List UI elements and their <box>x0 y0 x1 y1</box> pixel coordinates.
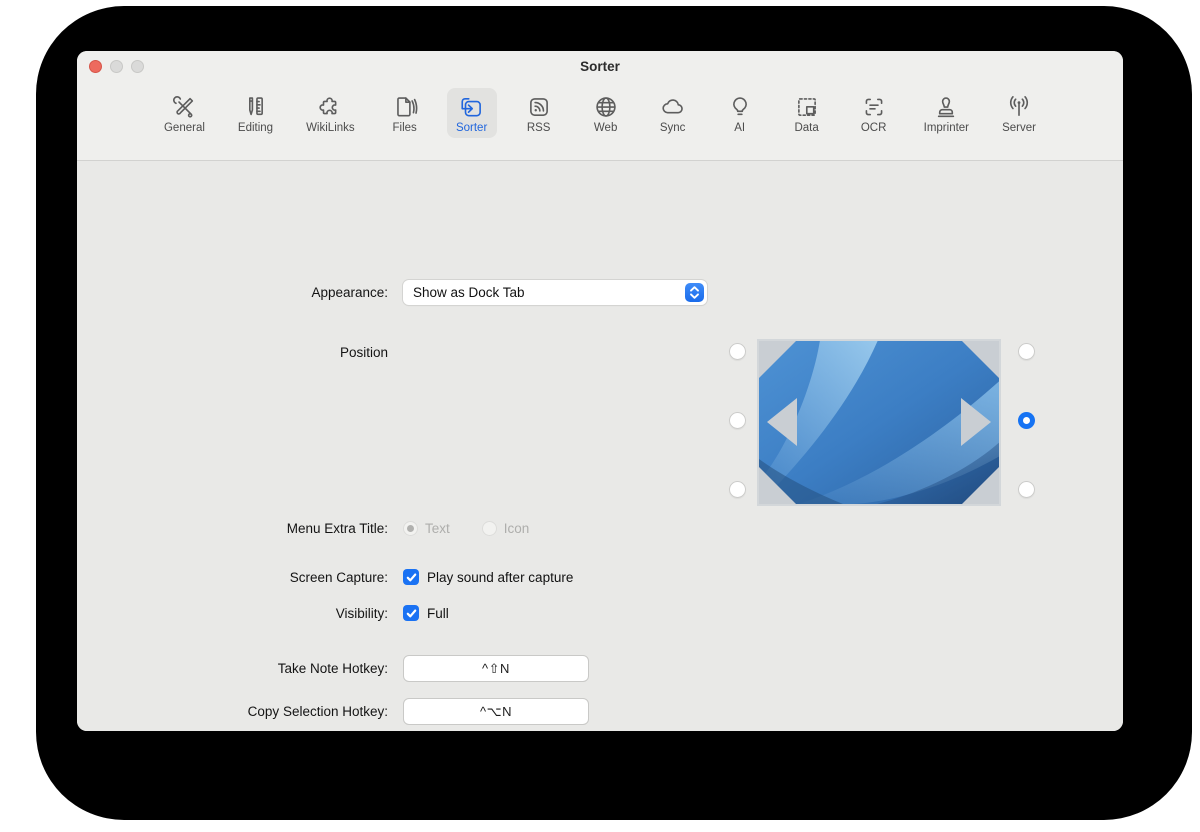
position-radio-right[interactable] <box>1018 412 1035 429</box>
toolbar-tab-label: Web <box>593 122 618 134</box>
stamp-icon <box>933 94 959 120</box>
sorter-tray-icon <box>459 94 485 120</box>
antenna-icon <box>1006 94 1032 120</box>
menu-extra-row: Menu Extra Title: Text Icon <box>77 521 529 536</box>
position-radio-top-right[interactable] <box>1018 343 1035 360</box>
pen-ruler-icon <box>242 94 268 120</box>
toolbar-tab-web[interactable]: Web <box>581 88 631 138</box>
menu-extra-option-label: Icon <box>503 521 530 536</box>
toolbar-tab-label: Files <box>392 122 417 134</box>
toolbar-tab-label: OCR <box>860 122 887 134</box>
hotkey-value: ^⌥N <box>480 703 512 719</box>
toolbar-tab-label: WikiLinks <box>306 122 355 134</box>
lightbulb-icon <box>727 94 753 120</box>
play-sound-checkbox-label: Play sound after capture <box>427 569 574 585</box>
appearance-label: Appearance: <box>311 285 388 300</box>
checkmark-icon <box>406 608 416 617</box>
visibility-full-checkbox[interactable] <box>403 605 419 621</box>
desktop-preview-image <box>757 339 1001 506</box>
position-radio-bottom-left[interactable] <box>729 481 746 498</box>
window-title: Sorter <box>580 59 620 74</box>
toolbar-tab-label: Data <box>794 122 819 134</box>
toolbar-tab-ai[interactable]: AI <box>715 88 765 138</box>
popup-chevrons-icon <box>685 283 704 302</box>
toolbar-tab-label: AI <box>734 122 746 134</box>
menu-extra-label: Menu Extra Title: <box>286 521 388 536</box>
toolbar-tab-files[interactable]: Files <box>380 88 430 138</box>
toolbar-tab-general[interactable]: General <box>156 88 213 138</box>
visibility-row: Visibility: Full <box>77 605 449 621</box>
toolbar-tab-wikilinks[interactable]: WikiLinks <box>298 88 363 138</box>
menu-extra-option-label: Text <box>425 521 450 536</box>
toolbar-tab-sync[interactable]: Sync <box>648 88 698 138</box>
toolbar-tab-label: Server <box>1002 122 1036 134</box>
preferences-toolbar: General Editing WikiLinks Files Sorter R… <box>77 83 1123 160</box>
screenshot-stage: Sorter General Editing WikiLinks Files S… <box>0 0 1200 832</box>
rss-icon <box>526 94 552 120</box>
toolbar-tab-sorter[interactable]: Sorter <box>446 88 497 138</box>
toolbar-tab-label: Sync <box>659 122 686 134</box>
take-note-hotkey-field[interactable]: ^⇧N <box>403 655 589 682</box>
appearance-selected-value: Show as Dock Tab <box>413 285 525 300</box>
menu-extra-options: Text Icon <box>403 521 529 536</box>
screen-capture-label: Screen Capture: <box>289 569 388 585</box>
toolbar-tab-server[interactable]: Server <box>994 88 1044 138</box>
hotkey-value: ^⇧N <box>482 660 510 676</box>
take-note-hotkey-label: Take Note Hotkey: <box>277 661 388 676</box>
toolbar-tab-label: RSS <box>526 122 551 134</box>
toolbar-tab-editing[interactable]: Editing <box>230 88 281 138</box>
toolbar-tab-rss[interactable]: RSS <box>514 88 564 138</box>
toolbar-tab-data[interactable]: Data <box>782 88 832 138</box>
toolbar-tab-imprinter[interactable]: Imprinter <box>916 88 977 138</box>
toolbar-tab-label: Sorter <box>455 122 488 134</box>
toolbar-tab-label: Editing <box>237 122 274 134</box>
play-sound-checkbox[interactable] <box>403 569 419 585</box>
visibility-label: Visibility: <box>335 605 388 621</box>
position-control <box>729 339 1035 506</box>
puzzle-icon <box>317 94 343 120</box>
screen-capture-row: Screen Capture: Play sound after capture <box>77 569 573 585</box>
documents-icon <box>392 94 418 120</box>
position-label: Position <box>339 345 388 360</box>
sorter-settings-pane: Appearance: Show as Dock Tab Position Me… <box>77 160 1123 731</box>
copy-selection-hotkey-label: Copy Selection Hotkey: <box>247 704 388 719</box>
appearance-popup-button[interactable]: Show as Dock Tab <box>403 280 707 305</box>
toolbar-tab-ocr[interactable]: OCR <box>849 88 899 138</box>
tools-icon <box>171 94 197 120</box>
appearance-row: Appearance: Show as Dock Tab <box>77 280 707 305</box>
position-radio-top-left[interactable] <box>729 343 746 360</box>
position-radio-left[interactable] <box>729 412 746 429</box>
globe-icon <box>593 94 619 120</box>
copy-selection-hotkey-field[interactable]: ^⌥N <box>403 698 589 725</box>
position-radio-bottom-right[interactable] <box>1018 481 1035 498</box>
preferences-window: Sorter General Editing WikiLinks Files S… <box>77 51 1123 731</box>
menu-extra-radio-icon <box>481 521 497 536</box>
toolbar-tab-label: General <box>163 122 205 134</box>
titlebar: Sorter <box>77 51 1123 83</box>
menu-extra-radio-text <box>403 521 418 536</box>
cloud-icon <box>660 94 686 120</box>
copy-selection-hotkey-row: Copy Selection Hotkey: ^⌥N <box>77 698 589 725</box>
scan-text-icon <box>861 94 887 120</box>
checkmark-icon <box>406 572 416 581</box>
position-row: Position <box>77 339 1035 506</box>
visibility-full-checkbox-label: Full <box>427 605 449 621</box>
toolbar-tab-label: Imprinter <box>923 122 970 134</box>
take-note-hotkey-row: Take Note Hotkey: ^⇧N <box>77 655 589 682</box>
data-frame-icon <box>794 94 820 120</box>
